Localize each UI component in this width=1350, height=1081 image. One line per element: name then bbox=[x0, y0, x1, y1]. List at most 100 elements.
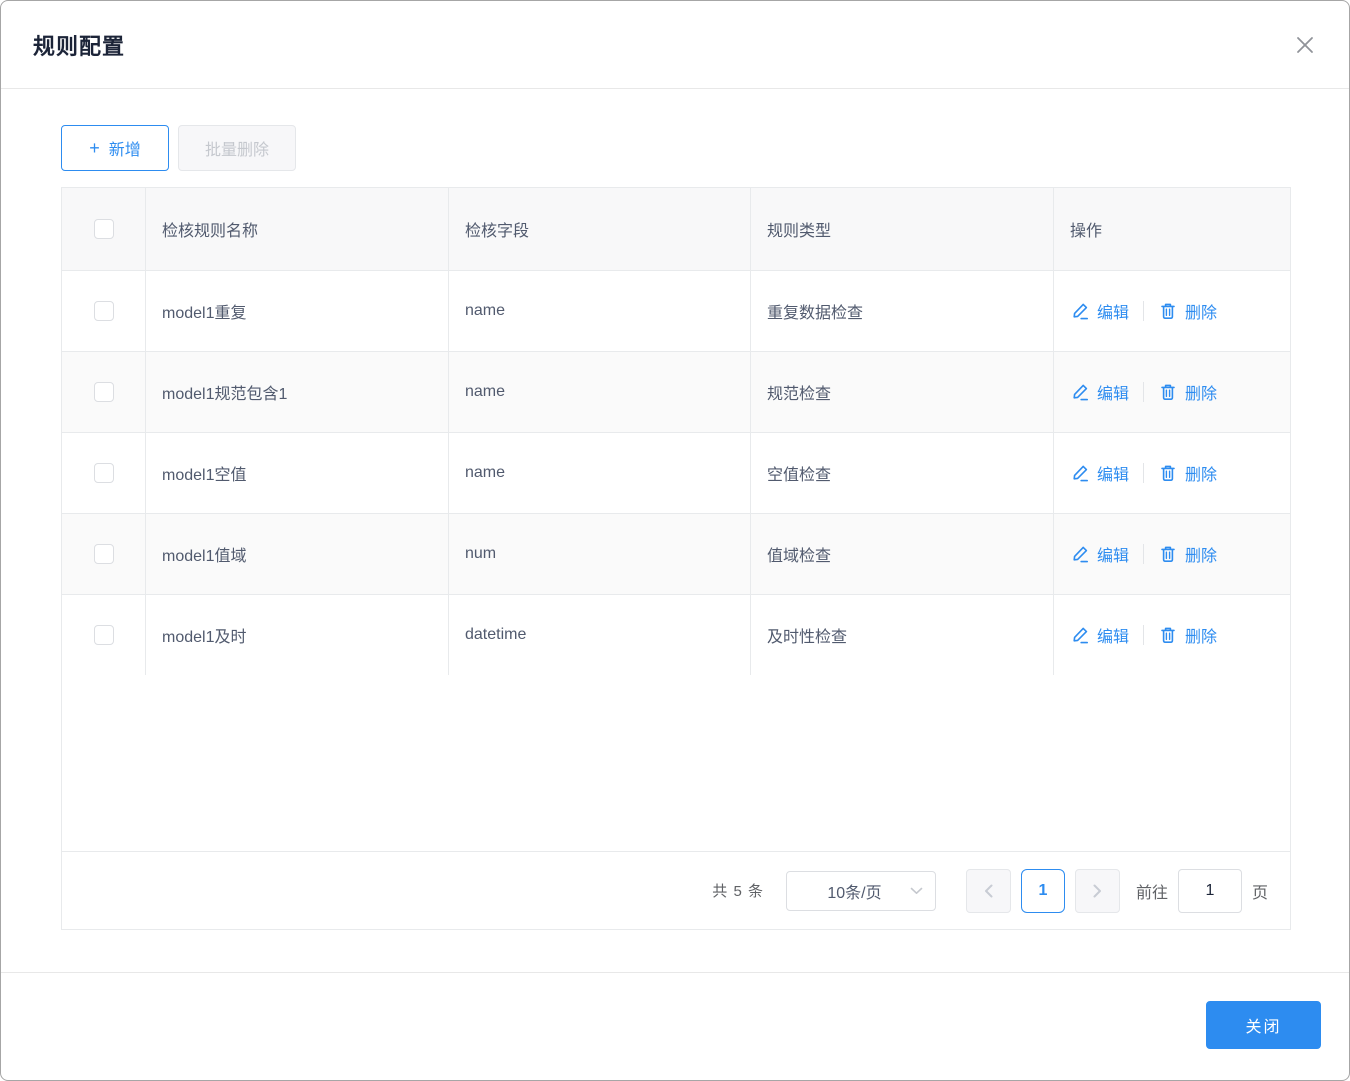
chevron-right-icon bbox=[1093, 884, 1102, 898]
trash-icon bbox=[1158, 463, 1178, 483]
total-count-label: 共 5 条 bbox=[712, 883, 764, 900]
row-checkbox-cell bbox=[62, 271, 146, 351]
edit-link[interactable]: 编辑 bbox=[1070, 623, 1129, 647]
row-checkbox[interactable] bbox=[93, 301, 114, 321]
delete-link-label: 删除 bbox=[1185, 467, 1218, 484]
delete-link-label: 删除 bbox=[1185, 548, 1218, 565]
action-divider bbox=[1143, 301, 1145, 321]
prev-page-button[interactable] bbox=[965, 868, 1011, 913]
delete-link[interactable]: 删除 bbox=[1158, 623, 1217, 647]
table-body: model1重复 name 重复数据检查 编辑 删除 model1规范包含1 n… bbox=[62, 270, 1290, 675]
row-checkbox-cell bbox=[62, 595, 146, 675]
action-divider bbox=[1143, 463, 1145, 483]
edit-pencil-icon bbox=[1070, 625, 1090, 645]
edit-link-label: 编辑 bbox=[1097, 467, 1130, 484]
add-button[interactable]: + 新增 bbox=[61, 125, 169, 171]
cell-rule-type: 及时性检查 bbox=[751, 595, 1054, 675]
table-row: model1值域 num 值域检查 编辑 删除 bbox=[62, 513, 1290, 594]
row-checkbox[interactable] bbox=[93, 463, 114, 483]
edit-pencil-icon bbox=[1070, 463, 1090, 483]
goto-label: 前往 bbox=[1135, 884, 1168, 902]
edit-pencil-icon bbox=[1070, 382, 1090, 402]
delete-link[interactable]: 删除 bbox=[1158, 380, 1217, 404]
row-checkbox-cell bbox=[62, 514, 146, 594]
table-row: model1空值 name 空值检查 编辑 删除 bbox=[62, 432, 1290, 513]
dialog-footer: 关闭 bbox=[1, 972, 1349, 1080]
delete-link-label: 删除 bbox=[1185, 305, 1218, 322]
cell-rule-name: model1值域 bbox=[146, 514, 449, 594]
action-divider bbox=[1143, 382, 1145, 402]
trash-icon bbox=[1158, 544, 1178, 564]
trash-icon bbox=[1158, 625, 1178, 645]
cell-field: name bbox=[449, 271, 751, 351]
column-header-field: 检核字段 bbox=[449, 188, 751, 270]
delete-link-label: 删除 bbox=[1185, 629, 1218, 646]
cell-rule-type: 值域检查 bbox=[751, 514, 1054, 594]
cell-rule-type: 重复数据检查 bbox=[751, 271, 1054, 351]
dialog-header: 规则配置 bbox=[1, 1, 1349, 89]
chevron-left-icon bbox=[984, 884, 993, 898]
cell-operations: 编辑 删除 bbox=[1054, 352, 1290, 432]
edit-pencil-icon bbox=[1070, 544, 1090, 564]
column-header-rule-type: 规则类型 bbox=[751, 188, 1054, 270]
row-checkbox[interactable] bbox=[93, 625, 114, 645]
cell-rule-type: 空值检查 bbox=[751, 433, 1054, 513]
page-number-button[interactable]: 1 bbox=[1020, 868, 1065, 913]
edit-link[interactable]: 编辑 bbox=[1070, 380, 1129, 404]
table-row: model1及时 datetime 及时性检查 编辑 删除 bbox=[62, 594, 1290, 675]
dialog-body: + 新增 批量删除 检核规则名称 检核字段 规则类型 操作 model1重复 n… bbox=[1, 89, 1349, 972]
page-size-value: 10条/页 bbox=[827, 884, 882, 902]
delete-link[interactable]: 删除 bbox=[1158, 461, 1217, 485]
table-empty-space bbox=[62, 675, 1290, 851]
goto-page-input[interactable] bbox=[1177, 868, 1242, 913]
cell-field: name bbox=[449, 352, 751, 432]
edit-link-label: 编辑 bbox=[1097, 548, 1130, 565]
table-row: model1规范包含1 name 规范检查 编辑 删除 bbox=[62, 351, 1290, 432]
batch-delete-label: 批量删除 bbox=[204, 142, 269, 159]
cell-rule-name: model1及时 bbox=[146, 595, 449, 675]
cell-rule-name: model1规范包含1 bbox=[146, 352, 449, 432]
delete-link[interactable]: 删除 bbox=[1158, 542, 1217, 566]
cell-field: name bbox=[449, 433, 751, 513]
trash-icon bbox=[1158, 382, 1178, 402]
cell-field: num bbox=[449, 514, 751, 594]
cell-field: datetime bbox=[449, 595, 751, 675]
edit-link-label: 编辑 bbox=[1097, 386, 1130, 403]
column-header-rule-name: 检核规则名称 bbox=[146, 188, 449, 270]
edit-link-label: 编辑 bbox=[1097, 629, 1130, 646]
row-checkbox-cell bbox=[62, 352, 146, 432]
edit-link-label: 编辑 bbox=[1097, 305, 1130, 322]
cell-rule-type: 规范检查 bbox=[751, 352, 1054, 432]
chevron-down-icon bbox=[910, 887, 923, 895]
table-header-row: 检核规则名称 检核字段 规则类型 操作 bbox=[62, 188, 1290, 270]
delete-link[interactable]: 删除 bbox=[1158, 299, 1217, 323]
row-checkbox-cell bbox=[62, 433, 146, 513]
header-checkbox-cell bbox=[62, 188, 146, 270]
close-button-label: 关闭 bbox=[1245, 1019, 1282, 1036]
edit-link[interactable]: 编辑 bbox=[1070, 299, 1129, 323]
select-all-checkbox[interactable] bbox=[93, 219, 114, 239]
cell-rule-name: model1重复 bbox=[146, 271, 449, 351]
goto-page-group: 前往 页 bbox=[1135, 868, 1268, 913]
close-icon[interactable] bbox=[1291, 31, 1319, 59]
pagination-bar: 共 5 条 10条/页 1 前往 1 页 bbox=[62, 851, 1290, 929]
toolbar: + 新增 批量删除 bbox=[61, 125, 1289, 171]
edit-link[interactable]: 编辑 bbox=[1070, 461, 1129, 485]
cell-rule-name: model1空值 bbox=[146, 433, 449, 513]
delete-link-label: 删除 bbox=[1185, 386, 1218, 403]
row-checkbox[interactable] bbox=[93, 382, 114, 402]
plus-icon: + bbox=[89, 137, 100, 158]
row-checkbox[interactable] bbox=[93, 544, 114, 564]
page-size-select[interactable]: 10条/页 bbox=[785, 870, 936, 911]
add-button-label: 新增 bbox=[108, 142, 141, 159]
edit-link[interactable]: 编辑 bbox=[1070, 542, 1129, 566]
cell-operations: 编辑 删除 bbox=[1054, 514, 1290, 594]
page-unit-label: 页 bbox=[1251, 884, 1268, 902]
close-button[interactable]: 关闭 bbox=[1206, 1001, 1321, 1049]
table-row: model1重复 name 重复数据检查 编辑 删除 bbox=[62, 270, 1290, 351]
rules-table: 检核规则名称 检核字段 规则类型 操作 model1重复 name 重复数据检查 bbox=[61, 187, 1291, 930]
action-divider bbox=[1143, 625, 1145, 645]
column-header-operations: 操作 bbox=[1070, 223, 1103, 240]
next-page-button[interactable] bbox=[1074, 868, 1120, 913]
batch-delete-button[interactable]: 批量删除 bbox=[178, 125, 296, 171]
